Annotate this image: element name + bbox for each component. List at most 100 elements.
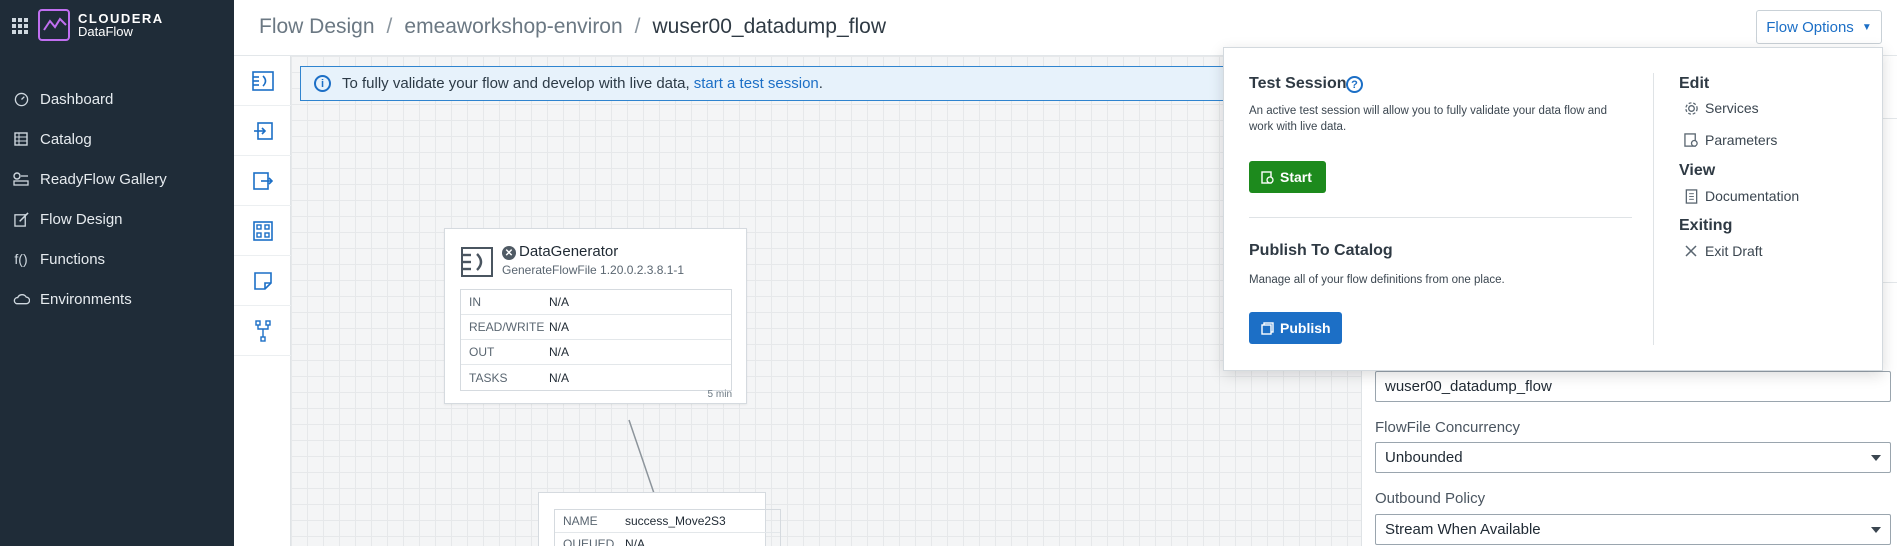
outbound-policy-select[interactable]: Stream When Available bbox=[1375, 514, 1891, 545]
tool-funnel[interactable] bbox=[234, 306, 291, 356]
invalid-status-icon: ✕ bbox=[502, 246, 516, 260]
nav-label: Catalog bbox=[40, 130, 92, 148]
publish-description: Manage all of your flow definitions from… bbox=[1249, 274, 1505, 286]
input-port-icon bbox=[253, 121, 273, 140]
exiting-section-title: Exiting bbox=[1679, 217, 1733, 234]
stats-row: READ/WRITE N/A bbox=[461, 315, 731, 340]
breadcrumb-separator: / bbox=[634, 15, 641, 38]
connection-row: QUEUED N/A bbox=[555, 533, 780, 546]
concurrency-value: Unbounded bbox=[1385, 449, 1463, 466]
chevron-down-icon bbox=[1871, 455, 1881, 461]
readyflow-icon bbox=[12, 171, 30, 187]
processor-stats-table: IN N/A READ/WRITE N/A OUT N/A TASKS N/A bbox=[460, 289, 732, 391]
processor-icon bbox=[461, 247, 493, 277]
nav-item-environments[interactable]: Environments bbox=[12, 289, 132, 309]
stats-row: OUT N/A bbox=[461, 340, 731, 365]
flow-options-label: Flow Options bbox=[1766, 18, 1854, 36]
parameters-label: Parameters bbox=[1705, 132, 1778, 148]
processor-name: DataGenerator bbox=[519, 243, 619, 260]
test-session-description: An active test session will allow you to… bbox=[1249, 105, 1607, 133]
nav-label: Functions bbox=[40, 250, 106, 268]
tool-process-group[interactable] bbox=[234, 206, 291, 256]
catalog-icon bbox=[12, 131, 30, 147]
services-label: Services bbox=[1705, 100, 1759, 116]
connection-card[interactable]: NAME success_Move2S3 QUEUED N/A bbox=[538, 492, 781, 546]
funnel-icon bbox=[254, 319, 271, 342]
nav-label: Dashboard bbox=[40, 90, 114, 108]
connection-key: QUEUED bbox=[563, 537, 615, 546]
breadcrumb-separator: / bbox=[386, 15, 393, 38]
connection-row: NAME success_Move2S3 bbox=[555, 510, 780, 533]
menu-item-services[interactable]: Services bbox=[1683, 99, 1759, 117]
nav-label: Environments bbox=[40, 290, 132, 308]
function-icon: f() bbox=[14, 251, 28, 267]
banner-suffix: . bbox=[818, 75, 823, 92]
stat-key: IN bbox=[469, 295, 481, 309]
close-icon bbox=[1683, 243, 1699, 259]
tool-input-port[interactable] bbox=[234, 106, 291, 156]
breadcrumb-environment[interactable]: emeaworkshop-environ bbox=[404, 15, 622, 38]
start-test-session-link[interactable]: start a test session bbox=[694, 75, 819, 92]
stat-value: N/A bbox=[549, 345, 570, 359]
nav-item-catalog[interactable]: Catalog bbox=[12, 129, 92, 149]
chevron-down-icon: ▼ bbox=[1861, 21, 1872, 33]
stats-row: TASKS N/A bbox=[461, 365, 731, 390]
breadcrumb: Flow Design / emeaworkshop-environ / wuser00… bbox=[259, 15, 886, 39]
flowfile-concurrency-select[interactable]: Unbounded bbox=[1375, 442, 1891, 473]
test-session-icon bbox=[1261, 170, 1274, 184]
info-icon: i bbox=[314, 75, 331, 92]
app-switcher-icon[interactable] bbox=[12, 18, 28, 34]
documentation-label: Documentation bbox=[1705, 188, 1800, 204]
stats-row: IN N/A bbox=[461, 290, 731, 315]
publish-button[interactable]: Publish bbox=[1249, 312, 1342, 344]
banner-text: To fully validate your flow and develop … bbox=[342, 75, 690, 92]
breadcrumb-flow-design[interactable]: Flow Design bbox=[259, 15, 375, 38]
stat-key: OUT bbox=[469, 345, 495, 359]
processor-card[interactable]: ✕ DataGenerator GenerateFlowFile 1.20.0.… bbox=[444, 228, 747, 404]
connection-key: NAME bbox=[563, 514, 598, 528]
tool-label[interactable] bbox=[234, 256, 291, 306]
flow-name-input[interactable]: wuser00_datadump_flow bbox=[1375, 371, 1891, 402]
process-group-icon bbox=[252, 220, 273, 241]
menu-item-parameters[interactable]: Parameters bbox=[1683, 131, 1777, 149]
component-toolbar bbox=[234, 56, 291, 546]
dataflow-logo[interactable] bbox=[38, 9, 70, 41]
start-test-session-button[interactable]: Start bbox=[1249, 161, 1326, 193]
nav-item-flow-design[interactable]: Flow Design bbox=[12, 209, 123, 229]
breadcrumb-current-flow: wuser00_datadump_flow bbox=[652, 15, 886, 38]
outbound-value: Stream When Available bbox=[1385, 521, 1541, 538]
cloud-icon bbox=[12, 291, 30, 307]
help-icon[interactable]: ? bbox=[1346, 76, 1363, 93]
connection-table: NAME success_Move2S3 QUEUED N/A bbox=[554, 509, 781, 546]
brand-name: CLOUDERA DataFlow bbox=[78, 12, 164, 38]
output-port-icon bbox=[252, 171, 273, 190]
publish-icon bbox=[1261, 321, 1274, 335]
nav-item-readyflow-gallery[interactable]: ReadyFlow Gallery bbox=[12, 169, 167, 189]
stat-key: READ/WRITE bbox=[469, 320, 545, 334]
start-label: Start bbox=[1280, 169, 1312, 185]
brand-line-2: DataFlow bbox=[78, 24, 133, 39]
menu-column-divider bbox=[1653, 73, 1654, 345]
tool-processor[interactable] bbox=[234, 56, 291, 106]
tool-output-port[interactable] bbox=[234, 156, 291, 206]
parameters-icon bbox=[1683, 132, 1699, 148]
chevron-down-icon bbox=[1871, 527, 1881, 533]
nav-item-functions[interactable]: f() Functions bbox=[12, 249, 105, 269]
edit-section-title: Edit bbox=[1679, 75, 1710, 92]
view-section-title: View bbox=[1679, 162, 1716, 179]
nav-item-dashboard[interactable]: Dashboard bbox=[12, 89, 113, 109]
stat-value: N/A bbox=[549, 370, 570, 385]
note-icon bbox=[253, 271, 272, 290]
test-session-title: Test Session bbox=[1249, 75, 1347, 92]
nav-label: ReadyFlow Gallery bbox=[40, 170, 167, 188]
document-icon bbox=[1683, 188, 1699, 204]
exit-draft-label: Exit Draft bbox=[1705, 243, 1763, 259]
edit-icon bbox=[12, 211, 30, 227]
menu-item-documentation[interactable]: Documentation bbox=[1683, 187, 1799, 205]
gear-icon bbox=[1683, 100, 1699, 116]
gauge-icon bbox=[12, 91, 30, 107]
publish-label: Publish bbox=[1280, 320, 1331, 336]
flow-options-button[interactable]: Flow Options ▼ bbox=[1756, 10, 1882, 44]
side-navigation: CLOUDERA DataFlow Dashboard Catalog Read… bbox=[0, 0, 234, 546]
menu-item-exit-draft[interactable]: Exit Draft bbox=[1683, 242, 1763, 260]
